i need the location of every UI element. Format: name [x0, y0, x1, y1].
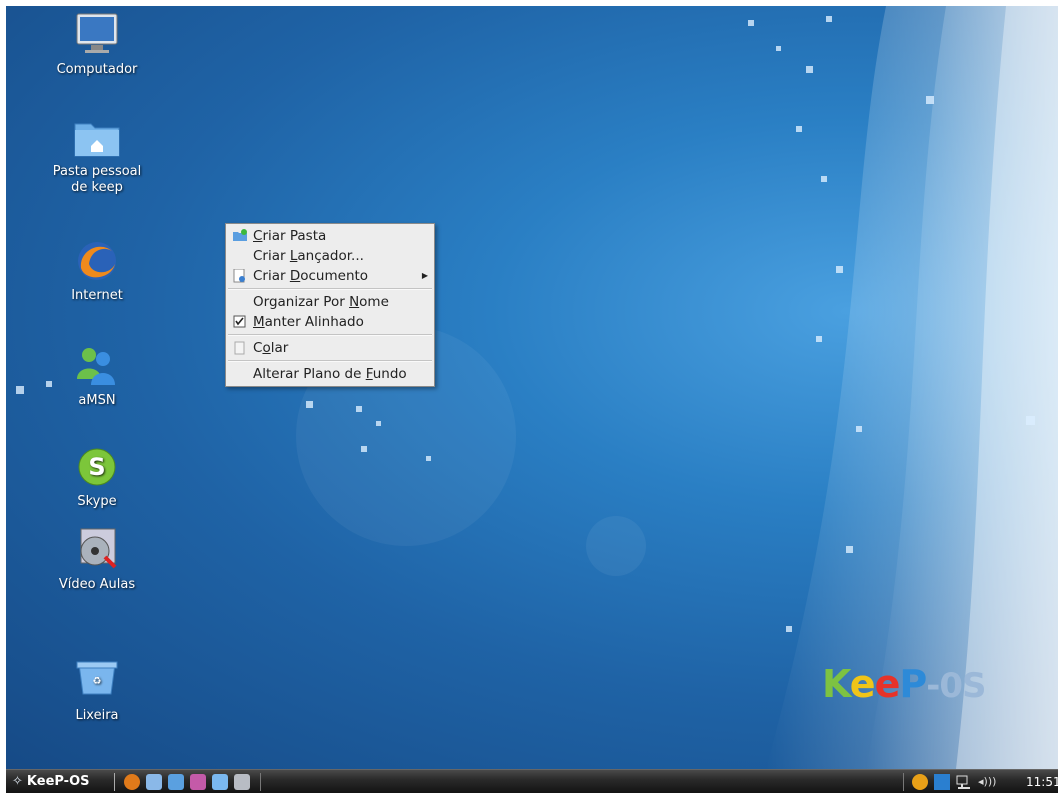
file-manager-launcher-icon[interactable]	[212, 774, 228, 790]
desktop-icon-internet[interactable]: Internet	[37, 238, 157, 304]
desktop-icon-label: Skype	[77, 494, 117, 509]
text-editor-launcher-icon[interactable]	[168, 774, 184, 790]
media-launcher-icon[interactable]	[190, 774, 206, 790]
menu-item-paste[interactable]: Colar	[226, 338, 434, 358]
desktop-wallpaper[interactable]	[6, 6, 1058, 769]
desktop-context-menu: Criar Pasta Criar Lançador... Criar Docu…	[225, 223, 435, 387]
taskbar: ✧ KeeP-OS ◂))) 11:51	[6, 769, 1058, 793]
amsn-icon	[71, 343, 123, 389]
menu-item-arrange-by-name[interactable]: Organizar Por Nome	[226, 292, 434, 312]
menu-item-create-folder[interactable]: Criar Pasta	[226, 226, 434, 246]
firefox-launcher-icon[interactable]	[124, 774, 140, 790]
desktop-icon-video-lessons[interactable]: Vídeo Aulas	[37, 527, 157, 593]
desktop-icon-label: aMSN	[78, 393, 116, 408]
keep-os-star-icon: ✧	[12, 774, 23, 789]
desktop-icon-label: Computador	[56, 62, 138, 77]
firefox-icon	[71, 238, 123, 284]
computer-icon	[71, 12, 123, 58]
menu-item-create-launcher[interactable]: Criar Lançador...	[226, 246, 434, 266]
taskbar-handle[interactable]	[260, 773, 261, 791]
network-tray-icon[interactable]	[934, 774, 950, 790]
wallpaper-decoration	[16, 6, 1058, 769]
submenu-arrow-icon: ▶	[421, 271, 428, 280]
menu-item-change-background[interactable]: Alterar Plano de Fundo	[226, 364, 434, 384]
desktop-icon-home-folder[interactable]: Pasta pessoal de keep	[37, 114, 157, 196]
volume-icon[interactable]: ◂)))	[978, 774, 996, 790]
desktop-icon-skype[interactable]: S Skype	[37, 444, 157, 510]
document-new-icon	[233, 268, 247, 283]
menu-separator	[228, 288, 432, 290]
menu-separator	[228, 360, 432, 362]
taskbar-separator	[114, 773, 115, 791]
terminal-launcher-icon[interactable]	[234, 774, 250, 790]
menu-item-keep-aligned[interactable]: Manter Alinhado	[226, 312, 434, 332]
home-folder-icon	[71, 114, 123, 160]
desktop-screen: Computador Pasta pessoal de keep Interne…	[6, 6, 1058, 793]
menu-separator	[228, 334, 432, 336]
desktop-icon-label: Lixeira	[75, 708, 119, 723]
desktop-icon-label: Vídeo Aulas	[58, 577, 136, 592]
keep-os-logo: KeeP-0S	[822, 662, 986, 706]
checkbox-checked-icon[interactable]	[233, 315, 247, 329]
desktop-icon-amsn[interactable]: aMSN	[37, 343, 157, 409]
svg-text:♻: ♻	[93, 676, 102, 687]
desktop-icon-computer[interactable]: Computador	[37, 12, 157, 78]
video-lessons-icon	[71, 527, 123, 573]
menu-item-create-document[interactable]: Criar Documento ▶	[226, 266, 434, 286]
trash-icon: ♻	[71, 658, 123, 704]
folder-new-icon	[233, 229, 247, 243]
network-connection-icon[interactable]	[956, 774, 972, 790]
desktop-icon-label: Internet	[71, 288, 123, 303]
tray-handle	[903, 773, 904, 791]
desktop-icon-trash[interactable]: ♻ Lixeira	[37, 658, 157, 724]
update-notifier-icon[interactable]	[912, 774, 928, 790]
amsn-launcher-icon[interactable]	[146, 774, 162, 790]
skype-icon: S	[71, 444, 123, 490]
paste-icon	[233, 341, 247, 355]
start-menu-button[interactable]: ✧ KeeP-OS	[12, 773, 90, 791]
svg-text:S: S	[88, 453, 105, 481]
clock[interactable]: 11:51	[1026, 773, 1058, 791]
desktop-icon-label: Pasta pessoal de keep	[52, 164, 142, 195]
